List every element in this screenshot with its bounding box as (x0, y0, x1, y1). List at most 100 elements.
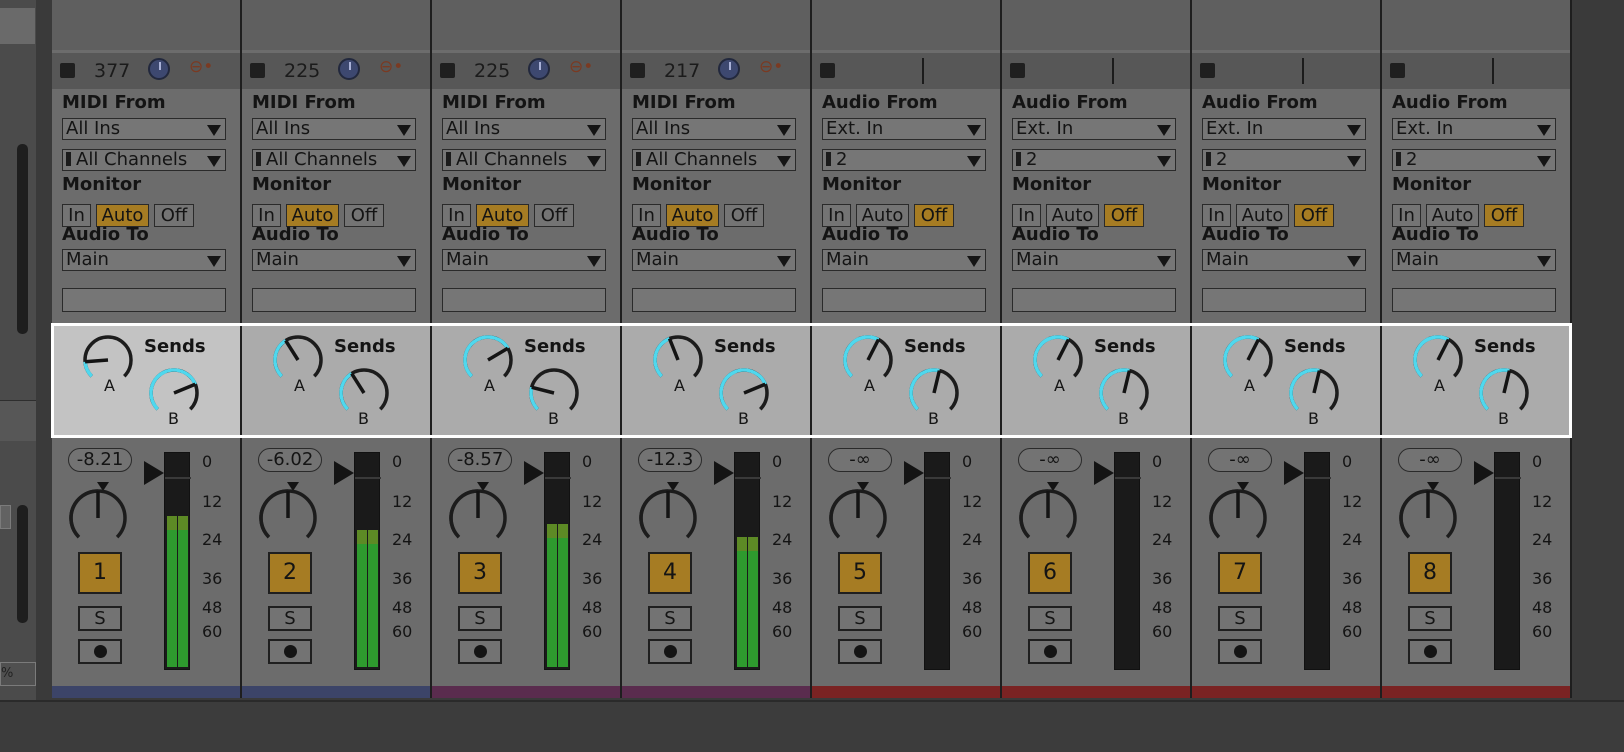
track-volume-field[interactable]: -12.3 (638, 448, 702, 472)
audio-output-dropdown[interactable]: Main (1012, 249, 1176, 271)
input-type-dropdown[interactable]: All Ins (442, 118, 606, 140)
pan-knob[interactable] (448, 488, 508, 552)
solo-button[interactable]: S (1408, 606, 1452, 631)
arm-button[interactable] (1028, 639, 1072, 664)
left-scrollbar[interactable] (17, 505, 28, 623)
track-volume-field[interactable]: -∞ (1208, 448, 1272, 472)
solo-button[interactable]: S (78, 606, 122, 631)
stop-clip-button[interactable] (1010, 63, 1025, 78)
pan-knob-dial[interactable] (448, 488, 508, 548)
track-volume-field[interactable]: -8.57 (448, 448, 512, 472)
left-panel-field[interactable]: % (0, 662, 36, 686)
left-panel-box[interactable] (0, 8, 35, 44)
arm-button[interactable] (1218, 639, 1262, 664)
clock-icon[interactable] (338, 58, 360, 80)
stop-clip-button[interactable] (1390, 63, 1405, 78)
key-icon[interactable]: ⊖• (189, 57, 213, 77)
output-channel-field[interactable] (1392, 288, 1556, 312)
input-channel-dropdown[interactable]: 2 (1392, 149, 1556, 171)
input-type-dropdown[interactable]: All Ins (62, 118, 226, 140)
monitor-off-button[interactable]: Off (724, 204, 764, 227)
clip-slot[interactable] (242, 0, 430, 50)
monitor-off-button[interactable]: Off (344, 204, 384, 227)
input-channel-dropdown[interactable]: All Channels (62, 149, 226, 171)
track-activator-button[interactable]: 1 (78, 552, 122, 594)
output-channel-field[interactable] (442, 288, 606, 312)
audio-output-dropdown[interactable]: Main (822, 249, 986, 271)
input-channel-dropdown[interactable]: All Channels (252, 149, 416, 171)
audio-output-dropdown[interactable]: Main (1202, 249, 1366, 271)
input-type-dropdown[interactable]: All Ins (632, 118, 796, 140)
monitor-off-button[interactable]: Off (914, 204, 954, 227)
audio-output-dropdown[interactable]: Main (442, 249, 606, 271)
pan-knob-dial[interactable] (1398, 488, 1458, 548)
left-scrollbar[interactable] (17, 144, 28, 334)
input-channel-dropdown[interactable]: All Channels (632, 149, 796, 171)
arm-button[interactable] (648, 639, 692, 664)
stop-clip-button[interactable] (1200, 63, 1215, 78)
input-channel-dropdown[interactable]: All Channels (442, 149, 606, 171)
clock-icon[interactable] (718, 58, 740, 80)
stop-clip-button[interactable] (250, 63, 265, 78)
pan-knob[interactable] (68, 488, 128, 552)
pan-knob[interactable] (1398, 488, 1458, 552)
stop-clip-button[interactable] (440, 63, 455, 78)
track-activator-button[interactable]: 8 (1408, 552, 1452, 594)
arm-button[interactable] (78, 639, 122, 664)
track-activator-button[interactable]: 6 (1028, 552, 1072, 594)
pan-knob[interactable] (638, 488, 698, 552)
input-channel-dropdown[interactable]: 2 (822, 149, 986, 171)
clip-slot[interactable] (1382, 0, 1570, 50)
audio-output-dropdown[interactable]: Main (62, 249, 226, 271)
pan-knob[interactable] (1208, 488, 1268, 552)
output-channel-field[interactable] (1012, 288, 1176, 312)
key-icon[interactable]: ⊖• (379, 57, 403, 77)
monitor-off-button[interactable]: Off (1104, 204, 1144, 227)
pan-knob[interactable] (828, 488, 888, 552)
pan-knob-dial[interactable] (638, 488, 698, 548)
input-type-dropdown[interactable]: Ext. In (1392, 118, 1556, 140)
audio-output-dropdown[interactable]: Main (1392, 249, 1556, 271)
audio-output-dropdown[interactable]: Main (632, 249, 796, 271)
track-volume-field[interactable]: -8.21 (68, 448, 132, 472)
output-channel-field[interactable] (1202, 288, 1366, 312)
audio-output-dropdown[interactable]: Main (252, 249, 416, 271)
clock-icon[interactable] (148, 58, 170, 80)
track-volume-field[interactable]: -6.02 (258, 448, 322, 472)
arm-button[interactable] (268, 639, 312, 664)
pan-knob-dial[interactable] (828, 488, 888, 548)
pan-knob-dial[interactable] (1018, 488, 1078, 548)
clip-slot[interactable] (1002, 0, 1190, 50)
stop-clip-button[interactable] (820, 63, 835, 78)
solo-button[interactable]: S (648, 606, 692, 631)
monitor-off-button[interactable]: Off (1294, 204, 1334, 227)
clip-slot[interactable] (812, 0, 1000, 50)
track-activator-button[interactable]: 2 (268, 552, 312, 594)
output-channel-field[interactable] (62, 288, 226, 312)
solo-button[interactable]: S (1218, 606, 1262, 631)
stop-clip-button[interactable] (60, 63, 75, 78)
track-volume-field[interactable]: -∞ (1018, 448, 1082, 472)
input-channel-dropdown[interactable]: 2 (1202, 149, 1366, 171)
solo-button[interactable]: S (268, 606, 312, 631)
clock-icon[interactable] (528, 58, 550, 80)
key-icon[interactable]: ⊖• (759, 57, 783, 77)
pan-knob-dial[interactable] (68, 488, 128, 548)
output-channel-field[interactable] (632, 288, 796, 312)
output-channel-field[interactable] (822, 288, 986, 312)
arm-button[interactable] (1408, 639, 1452, 664)
pan-knob[interactable] (258, 488, 318, 552)
clip-slot[interactable] (52, 0, 240, 50)
pan-knob-dial[interactable] (1208, 488, 1268, 548)
left-panel-box[interactable] (0, 505, 11, 529)
monitor-off-button[interactable]: Off (1484, 204, 1524, 227)
output-channel-field[interactable] (252, 288, 416, 312)
track-activator-button[interactable]: 5 (838, 552, 882, 594)
track-activator-button[interactable]: 3 (458, 552, 502, 594)
monitor-off-button[interactable]: Off (154, 204, 194, 227)
input-type-dropdown[interactable]: Ext. In (1012, 118, 1176, 140)
track-activator-button[interactable]: 4 (648, 552, 692, 594)
track-volume-field[interactable]: -∞ (1398, 448, 1462, 472)
pan-knob[interactable] (1018, 488, 1078, 552)
arm-button[interactable] (838, 639, 882, 664)
